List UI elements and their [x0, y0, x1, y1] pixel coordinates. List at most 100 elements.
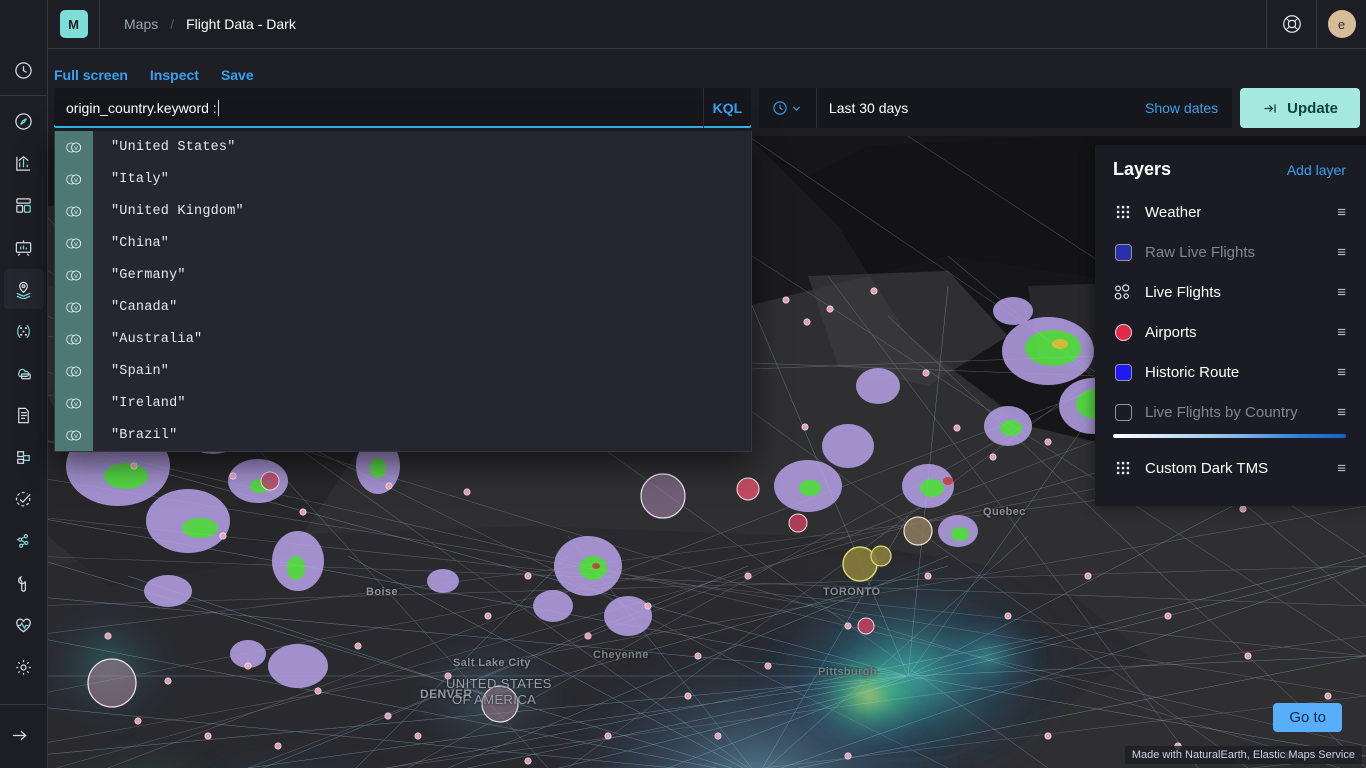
goto-button[interactable]: Go to	[1273, 703, 1342, 732]
query-text: origin_country.keyword :	[54, 100, 217, 116]
suggestion-item[interactable]: V "Ireland"	[55, 387, 751, 419]
nav-item-graph[interactable]	[4, 521, 44, 561]
svg-text:V: V	[74, 401, 78, 407]
nav-item-logs[interactable]	[4, 395, 44, 435]
nav-item-dev-tools[interactable]	[4, 563, 44, 603]
layer-swatch	[1113, 458, 1133, 478]
add-layer-button[interactable]: Add layer	[1287, 162, 1346, 178]
clock-icon	[772, 100, 788, 116]
suggestion-item[interactable]: V "China"	[55, 227, 751, 259]
value-suggestion-icon: V	[65, 173, 83, 186]
breadcrumb-maps[interactable]: Maps	[124, 16, 158, 32]
nav-item-visualize[interactable]	[4, 143, 44, 183]
suggestion-item[interactable]: V "Canada"	[55, 291, 751, 323]
suggestion-item[interactable]: V "Australia"	[55, 323, 751, 355]
drag-handle-icon[interactable]: ≡	[1337, 365, 1346, 380]
suggestion-item[interactable]: V "Italy"	[55, 163, 751, 195]
app-badge-cell: M	[48, 0, 100, 48]
header-right-actions: e	[1266, 0, 1366, 48]
layer-row[interactable]: Live Flights ≡	[1095, 272, 1366, 312]
query-language-button[interactable]: KQL	[703, 88, 751, 128]
layer-swatch	[1113, 282, 1133, 302]
show-dates-button[interactable]: Show dates	[1131, 88, 1232, 128]
inspect-action[interactable]: Inspect	[150, 67, 199, 83]
svg-text:V: V	[74, 273, 78, 279]
nav-item-recently-viewed[interactable]	[4, 50, 44, 90]
drag-handle-icon[interactable]: ≡	[1337, 245, 1346, 260]
drag-handle-icon[interactable]: ≡	[1337, 205, 1346, 220]
arrow-right-icon	[10, 726, 29, 745]
suggestion-icon-cell: V	[55, 291, 93, 323]
layer-swatch	[1113, 242, 1133, 262]
raster-grid-icon	[1115, 460, 1132, 477]
svg-text:V: V	[74, 177, 78, 183]
nav-item-management[interactable]	[4, 647, 44, 687]
update-button[interactable]: Update	[1240, 88, 1360, 128]
update-button-label: Update	[1287, 100, 1338, 117]
nav-item-discover[interactable]	[4, 101, 44, 141]
suggestion-item[interactable]: V "Brazil"	[55, 419, 751, 451]
suggestion-item[interactable]: V "United States"	[55, 131, 751, 163]
query-suggestions-panel[interactable]: V "United States" V "Italy" V "United Ki…	[54, 131, 752, 452]
chevron-down-icon	[791, 103, 802, 114]
heartbeat-icon	[14, 616, 33, 635]
refresh-arrow-icon	[1262, 101, 1279, 116]
svg-text:V: V	[74, 209, 78, 215]
nav-item-maps[interactable]	[4, 269, 44, 309]
suggestion-item[interactable]: V "United Kingdom"	[55, 195, 751, 227]
save-action[interactable]: Save	[221, 67, 254, 83]
nav-divider	[0, 95, 48, 96]
global-nav-rail[interactable]	[0, 0, 48, 768]
nav-expand-button[interactable]	[0, 715, 40, 755]
layers-list: Weather≡Raw Live Flights≡ Live Flights≡A…	[1095, 192, 1366, 488]
drag-handle-icon[interactable]: ≡	[1337, 285, 1346, 300]
svg-text:V: V	[74, 337, 78, 343]
full-screen-action[interactable]: Full screen	[54, 67, 128, 83]
nav-item-canvas[interactable]	[4, 227, 44, 267]
nav-item-uptime[interactable]	[4, 479, 44, 519]
nav-item-machine-learning[interactable]	[4, 311, 44, 351]
suggestion-label: "United Kingdom"	[93, 204, 244, 219]
gear-icon	[14, 658, 33, 677]
value-suggestion-icon: V	[65, 333, 83, 346]
suggestion-icon-cell: V	[55, 419, 93, 451]
breadcrumb: Maps / Flight Data - Dark	[100, 16, 296, 32]
layer-name[interactable]: Raw Live Flights	[1145, 244, 1325, 261]
user-menu-button[interactable]: e	[1316, 0, 1366, 48]
layer-row[interactable]: Weather ≡	[1095, 192, 1366, 232]
suggestion-item[interactable]: V "Spain"	[55, 355, 751, 387]
nav-item-apm[interactable]	[4, 437, 44, 477]
query-input[interactable]: origin_country.keyword : KQL	[54, 88, 751, 128]
layer-name[interactable]: Live Flights	[1145, 284, 1325, 301]
value-suggestion-icon: V	[65, 269, 83, 282]
layer-row[interactable]: Live Flights by Country ≡	[1095, 392, 1366, 432]
nav-item-monitoring[interactable]	[4, 605, 44, 645]
nav-item-dashboard[interactable]	[4, 185, 44, 225]
layer-name[interactable]: Historic Route	[1145, 364, 1325, 381]
layers-header: Layers Add layer	[1095, 159, 1366, 180]
layer-row[interactable]: Airports ≡	[1095, 312, 1366, 352]
layer-name[interactable]: Custom Dark TMS	[1145, 460, 1325, 477]
nav-item-infrastructure[interactable]	[4, 353, 44, 393]
suggestion-label: "Canada"	[93, 300, 177, 315]
date-range-value[interactable]: Last 30 days	[817, 100, 1131, 116]
dashboard-icon	[14, 196, 33, 215]
layer-row[interactable]: Custom Dark TMS ≡	[1095, 448, 1366, 488]
value-suggestion-icon: V	[65, 141, 83, 154]
drag-handle-icon[interactable]: ≡	[1337, 325, 1346, 340]
suggestion-item[interactable]: V "Germany"	[55, 259, 751, 291]
layer-row[interactable]: Historic Route ≡	[1095, 352, 1366, 392]
value-suggestion-icon: V	[65, 429, 83, 442]
layer-row[interactable]: Raw Live Flights ≡	[1095, 232, 1366, 272]
drag-handle-icon[interactable]: ≡	[1337, 461, 1346, 476]
date-picker[interactable]: Last 30 days Show dates	[759, 88, 1232, 128]
date-quick-menu-button[interactable]	[759, 88, 817, 128]
drag-handle-icon[interactable]: ≡	[1337, 405, 1346, 420]
layer-name[interactable]: Live Flights by Country	[1145, 404, 1325, 421]
layer-name[interactable]: Weather	[1145, 204, 1325, 221]
compass-icon	[14, 112, 33, 131]
help-button[interactable]	[1266, 0, 1316, 48]
suggestion-icon-cell: V	[55, 163, 93, 195]
svg-text:V: V	[74, 145, 78, 151]
layer-name[interactable]: Airports	[1145, 324, 1325, 341]
